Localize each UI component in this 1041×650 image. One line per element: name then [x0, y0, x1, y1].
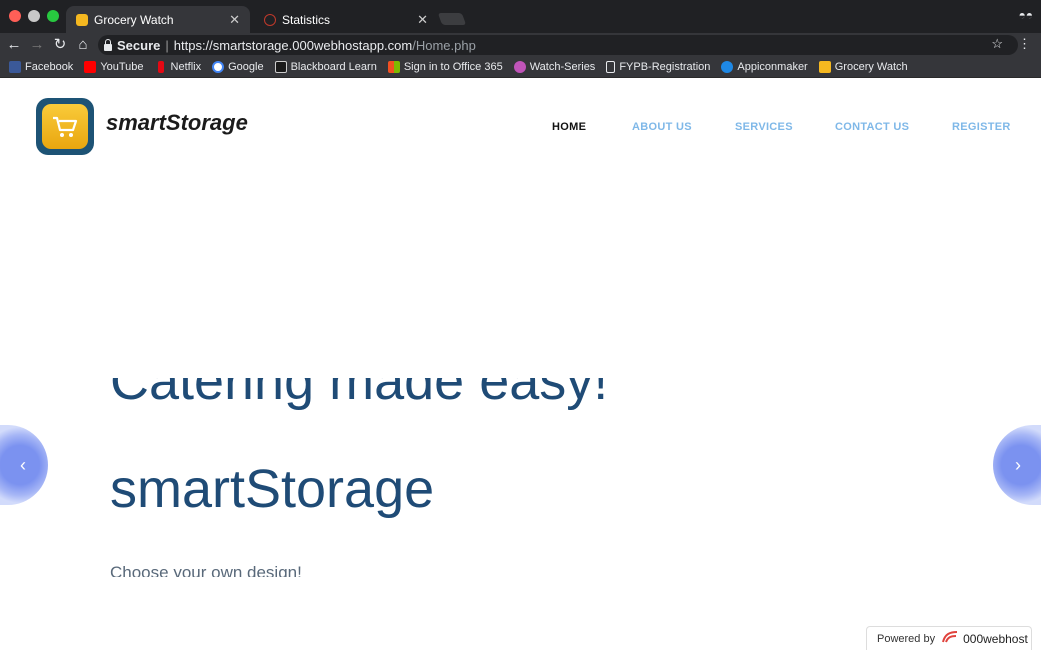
hero-subtitle: Choose your own design!	[110, 563, 302, 577]
reload-icon[interactable]: ↻	[51, 36, 69, 54]
bookmark-facebook[interactable]: Facebook	[9, 61, 73, 73]
watch-series-icon	[513, 61, 526, 73]
nav-services[interactable]: SERVICES	[735, 121, 793, 133]
bookmark-label: FYPB-Registration	[619, 61, 711, 73]
tab-label: Grocery Watch	[94, 12, 174, 27]
carousel-next-button[interactable]: ›	[993, 425, 1041, 505]
bookmark-label: Watch-Series	[529, 61, 596, 73]
minimize-window-button[interactable]	[28, 10, 40, 22]
hero-line-2: smartStorage	[110, 459, 435, 519]
close-icon[interactable]: ✕	[229, 12, 240, 28]
youtube-icon	[84, 61, 97, 73]
chevron-right-icon: ›	[1015, 454, 1021, 475]
browser-tab-strip: Grocery Watch ✕ Statistics ✕ ◓◓	[0, 0, 1041, 33]
carousel-prev-button[interactable]: ‹	[0, 425, 48, 505]
grocery-watch-icon	[76, 13, 88, 26]
bookmark-label: Facebook	[25, 61, 74, 73]
netflix-icon	[157, 61, 164, 73]
nav-home[interactable]: HOME	[552, 121, 586, 133]
powered-by-label: Powered by	[877, 632, 936, 645]
hero-line-3: Smart Home Design	[110, 528, 596, 538]
statistics-icon	[264, 13, 276, 26]
facebook-icon	[9, 61, 21, 73]
bookmark-watch-series[interactable]: Watch-Series	[513, 61, 596, 73]
bookmarks-bar: Facebook YouTube Netflix Google Blackboa…	[0, 57, 1041, 78]
secure-label: Secure	[117, 37, 161, 53]
hero-line-1: Catering made easy!	[110, 378, 609, 411]
nav-about-us[interactable]: ABOUT US	[632, 121, 692, 133]
url-host: https://smartstorage.000webhostapp.com	[173, 37, 413, 53]
bookmark-label: YouTube	[100, 61, 144, 73]
bookmark-label: Grocery Watch	[834, 61, 908, 73]
webhost-logo-icon	[941, 630, 959, 647]
site-logo[interactable]	[36, 98, 94, 155]
bookmark-label: Blackboard Learn	[290, 61, 377, 73]
bookmark-youtube[interactable]: YouTube	[84, 61, 144, 73]
web-page: smartStorage HOME ABOUT US SERVICES CONT…	[0, 78, 1041, 650]
bookmark-blackboard[interactable]: Blackboard Learn	[274, 61, 377, 73]
office-icon	[387, 61, 400, 73]
blackboard-icon	[274, 61, 287, 73]
hero-carousel-text: Catering made easy! smartStorage Smart H…	[110, 378, 810, 538]
nav-register[interactable]: REGISTER	[952, 121, 1011, 133]
appiconmaker-icon	[721, 61, 734, 73]
close-window-button[interactable]	[9, 10, 21, 22]
back-arrow-icon[interactable]: ←	[5, 36, 23, 54]
menu-kebab-icon[interactable]: ⋮	[1018, 36, 1031, 52]
url-path: /Home.php	[412, 37, 476, 53]
chevron-left-icon: ‹	[20, 454, 26, 475]
bookmark-label: Appiconmaker	[737, 61, 808, 73]
powered-by-brand: 000webhost	[963, 631, 1028, 646]
shopping-cart-icon	[42, 104, 88, 149]
browser-toolbar: ← → ↻ ⌂ Secure | https://smartstorage.00…	[0, 33, 1041, 57]
tab-label: Statistics	[282, 12, 331, 27]
bookmark-google[interactable]: Google	[212, 61, 264, 73]
google-icon	[212, 61, 225, 73]
grocery-watch-icon	[818, 61, 831, 73]
forward-arrow-icon[interactable]: →	[28, 36, 46, 54]
tab-statistics[interactable]: Statistics ✕	[254, 6, 438, 33]
close-icon[interactable]: ✕	[417, 12, 428, 28]
bookmark-label: Sign in to Office 365	[403, 61, 503, 73]
lock-icon	[104, 38, 112, 51]
bookmark-appiconmaker[interactable]: Appiconmaker	[721, 61, 808, 73]
bookmark-label: Google	[228, 61, 264, 73]
bookmark-star-icon[interactable]: ☆	[991, 36, 1003, 52]
hero-subtitle-wrap: Choose your own design!	[110, 561, 510, 577]
bookmark-fypb-registration[interactable]: FYPB-Registration	[606, 61, 710, 73]
address-bar[interactable]: Secure | https://smartstorage.000webhost…	[98, 35, 1018, 55]
page-icon	[606, 61, 616, 73]
tab-grocery-watch[interactable]: Grocery Watch ✕	[66, 6, 250, 33]
nav-contact-us[interactable]: CONTACT US	[835, 121, 909, 133]
divider: |	[165, 37, 169, 53]
bookmark-netflix[interactable]: Netflix	[155, 61, 202, 73]
home-icon[interactable]: ⌂	[74, 36, 92, 54]
powered-by-badge[interactable]: Powered by 000webhost	[866, 626, 1032, 650]
bookmark-grocery-watch[interactable]: Grocery Watch	[818, 61, 908, 73]
incognito-icon: ◓◓	[1018, 8, 1034, 22]
site-brand[interactable]: smartStorage	[106, 110, 248, 136]
maximize-window-button[interactable]	[47, 10, 59, 22]
new-tab-button[interactable]	[437, 13, 467, 25]
bookmark-office-365[interactable]: Sign in to Office 365	[387, 61, 503, 73]
bookmark-label: Netflix	[170, 61, 202, 73]
